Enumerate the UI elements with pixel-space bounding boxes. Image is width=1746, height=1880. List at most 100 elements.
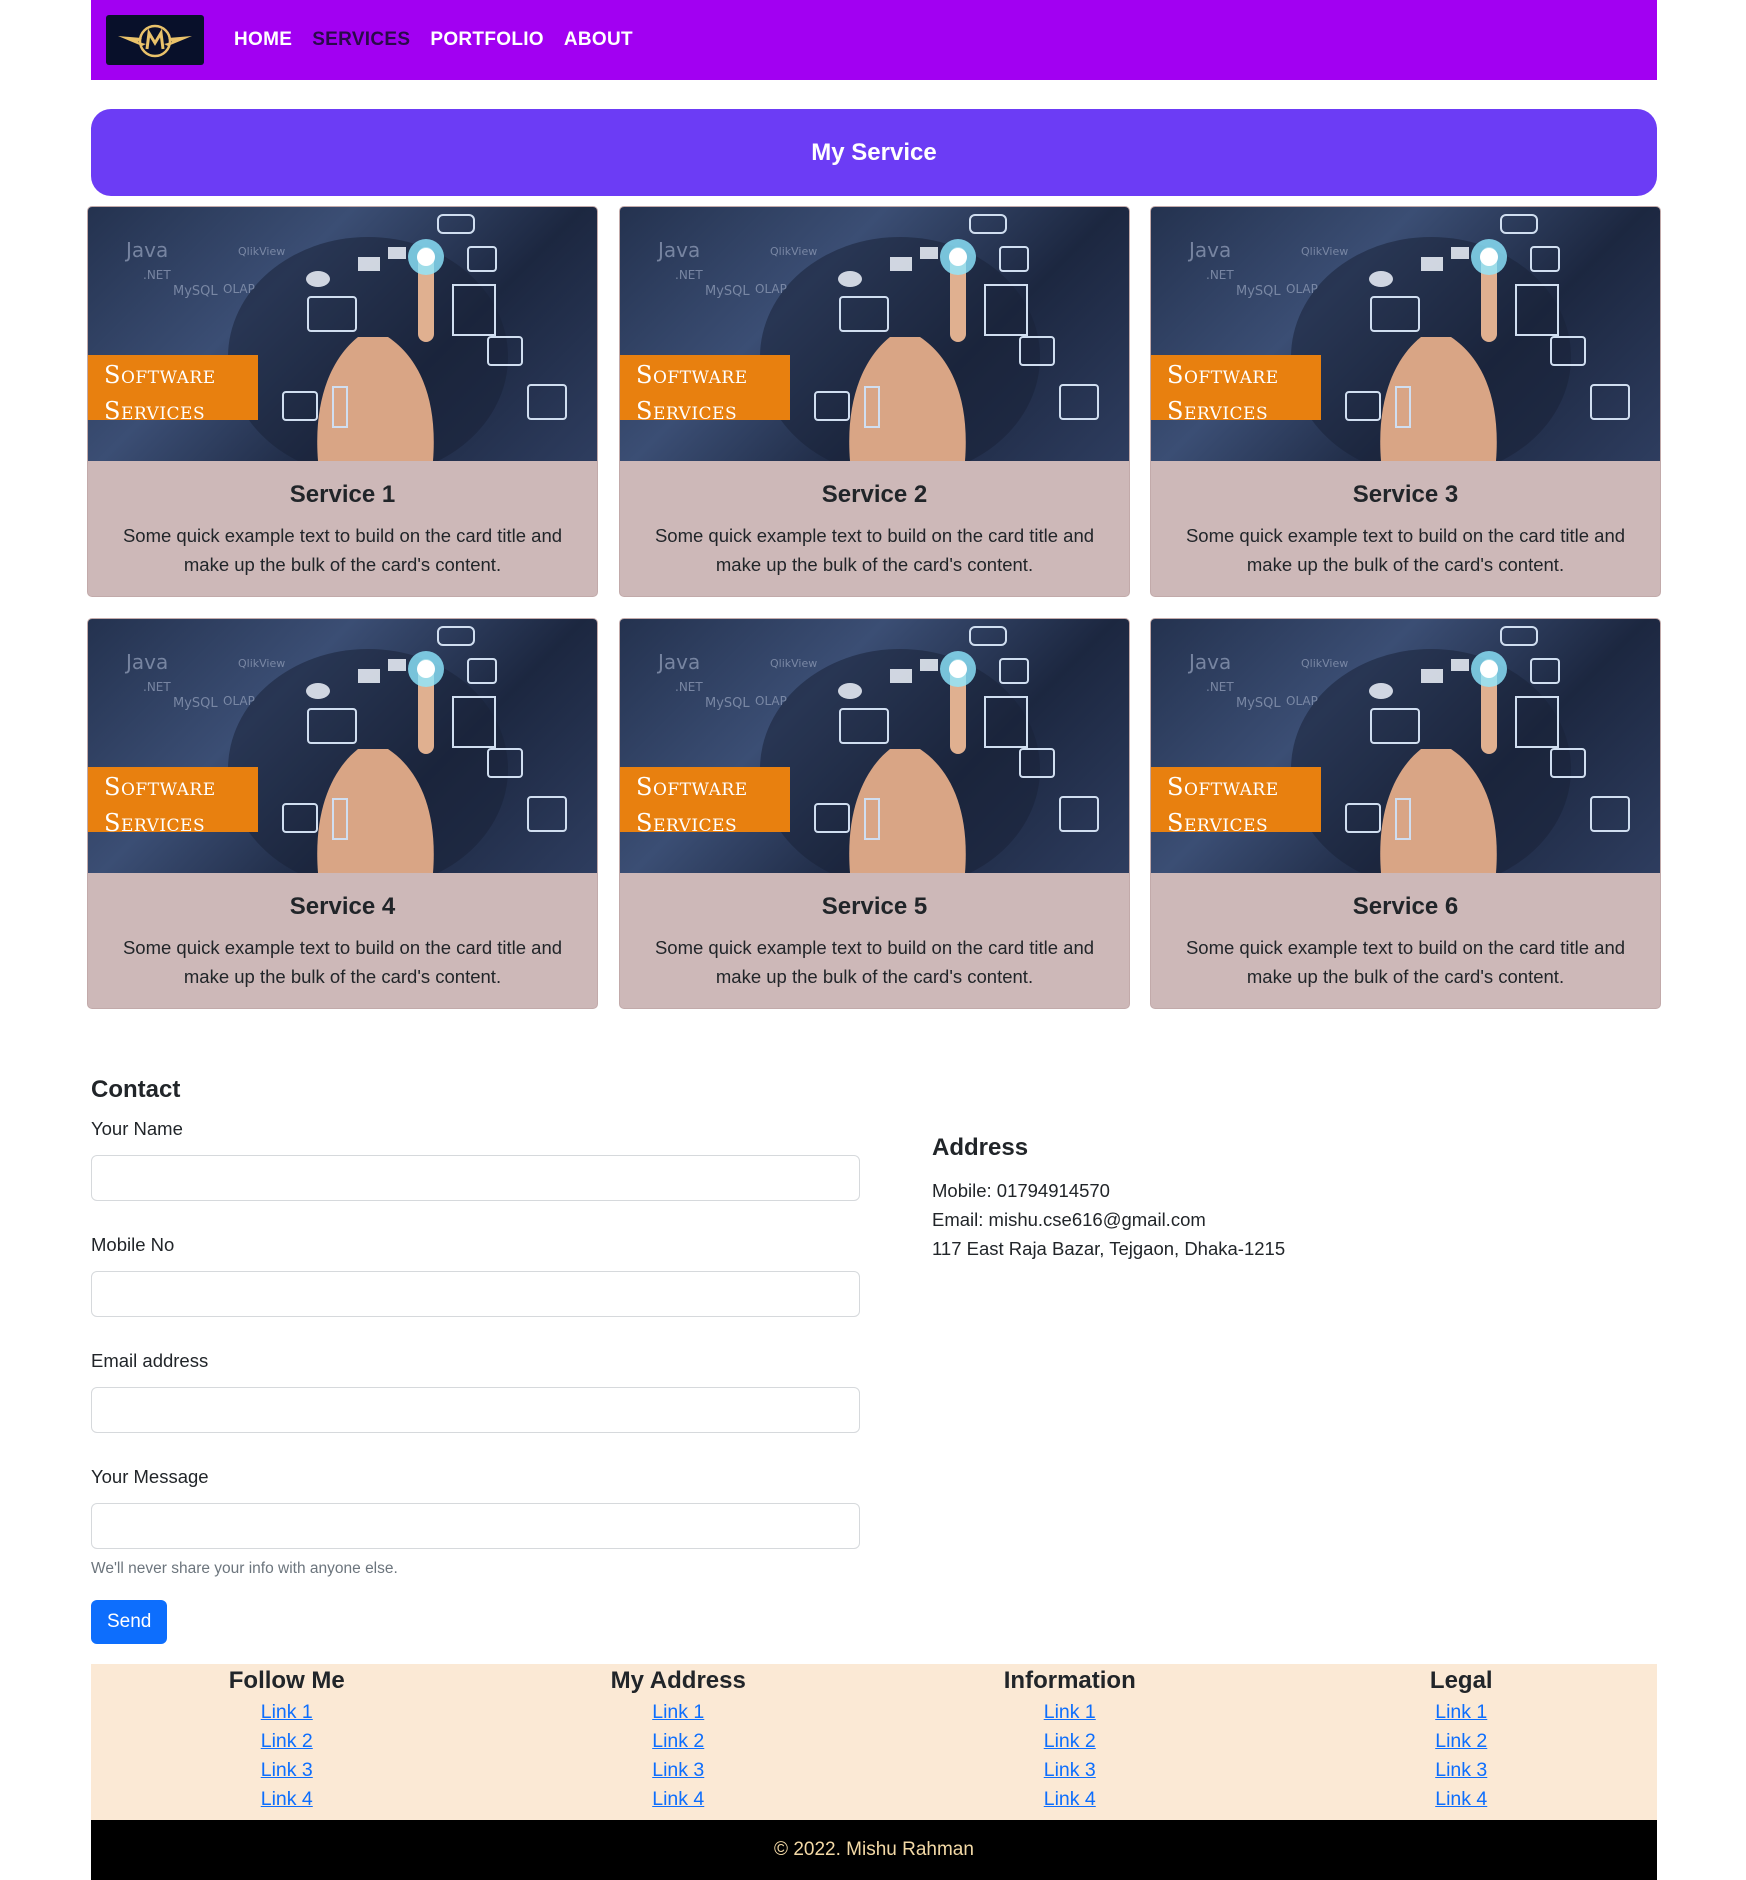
email-value: mishu.cse616@gmail.com (988, 1209, 1206, 1230)
footer-link[interactable]: Link 3 (483, 1756, 875, 1785)
svg-text:MySQL: MySQL (705, 696, 750, 711)
badge-text: Software Services (1167, 769, 1279, 841)
email-label: Email address (91, 1350, 209, 1371)
footer-link[interactable]: Link 3 (1266, 1756, 1658, 1785)
svg-text:QlikView: QlikView (1301, 657, 1348, 670)
svg-text:OLAP: OLAP (1286, 694, 1318, 708)
svg-text:.NET: .NET (1206, 268, 1234, 282)
svg-text:MySQL: MySQL (173, 696, 218, 711)
badge-line-1: Software (1167, 773, 1279, 801)
footer-column: Information Link 1 Link 2 Link 3 Link 4 (874, 1664, 1266, 1820)
footer-column: Legal Link 1 Link 2 Link 3 Link 4 (1266, 1664, 1658, 1820)
card-body: Service 4 Some quick example text to bui… (88, 873, 597, 991)
card-body: Service 3 Some quick example text to bui… (1151, 461, 1660, 579)
footer-link[interactable]: Link 4 (91, 1785, 483, 1814)
footer-link[interactable]: Link 2 (1266, 1727, 1658, 1756)
footer-column-heading: Information (1003, 1667, 1136, 1694)
card-body: Service 6 Some quick example text to bui… (1151, 873, 1660, 991)
badge-text: Software Services (104, 357, 216, 429)
footer-link[interactable]: Link 1 (483, 1698, 875, 1727)
service-card[interactable]: Java QlikView .NET MySQL OLAP Software S… (1150, 206, 1661, 597)
footer-link[interactable]: Link 4 (874, 1785, 1266, 1814)
badge-line-1: Software (636, 773, 748, 801)
card-title: Service 2 (821, 481, 928, 508)
badge-line-2: Services (636, 809, 738, 837)
svg-text:MySQL: MySQL (1236, 696, 1281, 711)
card-image: Java QlikView .NET MySQL OLAP Software S… (1151, 207, 1660, 461)
footer-link[interactable]: Link 3 (91, 1756, 483, 1785)
service-banner: My Service (91, 109, 1657, 196)
badge-line-1: Software (104, 361, 216, 389)
badge-text: Software Services (636, 769, 748, 841)
footer-link[interactable]: Link 1 (1266, 1698, 1658, 1727)
mobile-value: 01794914570 (996, 1180, 1110, 1201)
brand-logo[interactable] (106, 15, 204, 65)
svg-text:OLAP: OLAP (755, 282, 787, 296)
svg-text:.NET: .NET (143, 268, 171, 282)
badge-text: Software Services (104, 769, 216, 841)
svg-text:OLAP: OLAP (223, 282, 255, 296)
svg-text:MySQL: MySQL (705, 284, 750, 299)
footer-link[interactable]: Link 1 (874, 1698, 1266, 1727)
svg-text:Java: Java (124, 238, 168, 262)
svg-text:MySQL: MySQL (173, 284, 218, 299)
privacy-help-text: We'll never share your info with anyone … (91, 1560, 398, 1577)
service-card[interactable]: Java QlikView .NET MySQL OLAP Software S… (619, 206, 1130, 597)
section-title: My Service (811, 138, 937, 166)
winged-m-logo-icon (118, 24, 192, 58)
contact-form: Contact Your Name Mobile No Email addres… (91, 1076, 861, 1644)
nav-services[interactable]: SERVICES (312, 29, 410, 51)
card-text: Some quick example text to build on the … (654, 937, 1095, 987)
footer-links: Follow Me Link 1 Link 2 Link 3 Link 4 My Addr… (91, 1664, 1657, 1820)
card-image: Java QlikView .NET MySQL OLAP Software S… (88, 207, 597, 461)
card-text: Some quick example text to build on the … (1185, 525, 1626, 575)
footer-column: My Address Link 1 Link 2 Link 3 Link 4 (483, 1664, 875, 1820)
mobile-input[interactable] (91, 1271, 860, 1317)
card-title: Service 6 (1352, 893, 1459, 920)
svg-text:Java: Java (1187, 650, 1231, 674)
card-body: Service 1 Some quick example text to bui… (88, 461, 597, 579)
service-card[interactable]: Java QlikView .NET MySQL OLAP Software S… (87, 618, 598, 1009)
card-image: Java QlikView .NET MySQL OLAP Software S… (88, 619, 597, 873)
copyright-text: © 2022. Mishu Rahman (774, 1839, 974, 1860)
nav-about[interactable]: ABOUT (564, 29, 633, 51)
svg-text:.NET: .NET (143, 680, 171, 694)
email-input[interactable] (91, 1387, 860, 1433)
footer-link[interactable]: Link 2 (874, 1727, 1266, 1756)
service-card[interactable]: Java QlikView .NET MySQL OLAP Software S… (1150, 618, 1661, 1009)
svg-text:.NET: .NET (675, 268, 703, 282)
footer-link[interactable]: Link 3 (874, 1756, 1266, 1785)
badge-text: Software Services (1167, 357, 1279, 429)
badge-line-1: Software (636, 361, 748, 389)
mobile-label-text: Mobile: (932, 1180, 992, 1201)
footer-link[interactable]: Link 4 (483, 1785, 875, 1814)
footer-column-heading: Follow Me (228, 1667, 345, 1694)
service-card[interactable]: Java QlikView .NET MySQL OLAP Software S… (619, 618, 1130, 1009)
footer-link[interactable]: Link 2 (483, 1727, 875, 1756)
footer-link[interactable]: Link 1 (91, 1698, 483, 1727)
svg-text:QlikView: QlikView (770, 245, 817, 258)
footer-link[interactable]: Link 4 (1266, 1785, 1658, 1814)
badge-line-2: Services (636, 397, 738, 425)
svg-text:Java: Java (1187, 238, 1231, 262)
send-button[interactable]: Send (91, 1600, 168, 1644)
nav-home[interactable]: HOME (234, 29, 292, 51)
message-input[interactable] (91, 1503, 860, 1549)
svg-text:OLAP: OLAP (755, 694, 787, 708)
name-input[interactable] (91, 1155, 860, 1201)
card-title: Service 1 (289, 481, 396, 508)
footer-column-heading: Legal (1429, 1667, 1493, 1694)
footer-bottom: © 2022. Mishu Rahman (91, 1820, 1657, 1880)
svg-text:Java: Java (656, 650, 700, 674)
footer-link[interactable]: Link 2 (91, 1727, 483, 1756)
card-body: Service 2 Some quick example text to bui… (620, 461, 1129, 579)
footer-column-heading: My Address (610, 1667, 746, 1694)
svg-text:QlikView: QlikView (238, 245, 285, 258)
nav-portfolio[interactable]: PORTFOLIO (430, 29, 544, 51)
email-label-text: Email: (932, 1209, 984, 1230)
mobile-label: Mobile No (91, 1234, 175, 1255)
service-card[interactable]: Java QlikView .NET MySQL OLAP Software S… (87, 206, 598, 597)
svg-text:MySQL: MySQL (1236, 284, 1281, 299)
navbar: HOME SERVICES PORTFOLIO ABOUT (91, 0, 1657, 80)
card-text: Some quick example text to build on the … (122, 937, 563, 987)
